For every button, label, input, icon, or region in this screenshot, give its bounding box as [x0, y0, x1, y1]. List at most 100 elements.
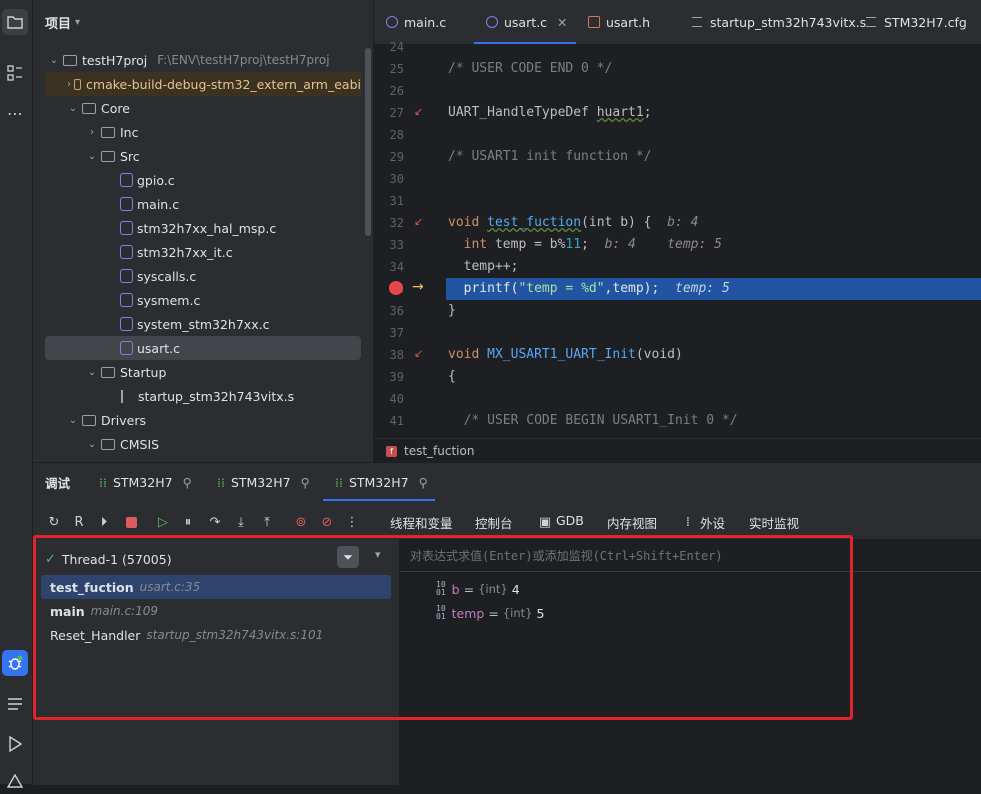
tab-usart-c[interactable]: usart.c ✕ — [486, 0, 567, 44]
tab-threads-variables[interactable]: 线程和变量 — [390, 513, 453, 532]
tab-gdb[interactable]: GDB — [556, 513, 584, 528]
project-icon[interactable] — [2, 9, 28, 35]
mute-breakpoints-icon[interactable]: ⊘ — [318, 513, 336, 531]
code-line-41[interactable]: /* USER CODE BEGIN USART1_Init 0 */ — [448, 410, 738, 432]
tree-item[interactable]: › Inc — [45, 120, 361, 144]
step-out-icon[interactable]: ⤒ — [258, 513, 276, 531]
implements-icon[interactable]: ↙ — [414, 215, 423, 228]
list-icon[interactable] — [2, 691, 28, 717]
run-icon[interactable] — [2, 731, 28, 757]
tree-item[interactable]: › cmake-build-debug-stm32_extern_arm_eabi — [45, 72, 361, 96]
code-line-39[interactable]: { — [448, 366, 456, 388]
tree-item[interactable]: system_stm32h7xx.c — [45, 312, 361, 336]
chevron-down-icon[interactable]: ▾ — [375, 548, 381, 561]
tree-item[interactable]: main.c — [45, 192, 361, 216]
tab-cfg[interactable]: STM32H7.cfg — [866, 0, 967, 44]
tab-live-watch[interactable]: 实时监视 — [749, 513, 799, 532]
frame-row[interactable]: Reset_Handler startup_stm32h743vitx.s:101 — [41, 623, 391, 647]
chevron-down-icon[interactable]: ▾ — [75, 17, 80, 28]
implements-icon[interactable]: ↙ — [414, 105, 423, 118]
variable-row[interactable]: 10 01 b = {int} 4 — [436, 577, 520, 601]
more-icon[interactable]: ⋯ — [2, 100, 28, 126]
rerun-icon[interactable]: ↻ — [45, 513, 63, 531]
code-line-33[interactable]: int temp = b%11; b: 4 temp: 5 — [448, 234, 722, 256]
tree-item[interactable]: ⌄ CMSIS — [45, 432, 361, 456]
tree-item[interactable]: sysmem.c — [45, 288, 361, 312]
code-line-34[interactable]: temp++; — [448, 256, 519, 278]
warning-icon[interactable] — [2, 768, 28, 794]
pause-icon[interactable]: ⏸ — [179, 513, 197, 531]
tree-item[interactable]: usart.c — [45, 336, 361, 360]
tree-item[interactable]: syscalls.c — [45, 264, 361, 288]
pin-icon[interactable]: ⚲ — [183, 475, 192, 490]
session-tab-1[interactable]: ⁞⁞ STM32H7 ⚲ — [99, 463, 192, 501]
pin-icon[interactable]: ⚲ — [419, 475, 428, 490]
step-over-icon[interactable]: ↷ — [206, 513, 224, 531]
tree-item-label: Inc — [120, 124, 139, 140]
tab-console[interactable]: 控制台 — [475, 513, 513, 532]
folder-icon — [82, 102, 96, 114]
stop-icon[interactable] — [122, 513, 140, 531]
chevron-down-icon[interactable]: ⌄ — [85, 367, 99, 378]
tab-startup[interactable]: startup_stm32h743vitx.s — [692, 0, 866, 44]
chevron-down-icon[interactable]: ⌄ — [85, 151, 99, 162]
tab-memory-view[interactable]: 内存视图 — [607, 513, 657, 532]
more-vertical-icon[interactable]: ⋮ — [343, 513, 361, 531]
chevron-down-icon[interactable]: ⌄ — [85, 439, 99, 450]
session-tab-2[interactable]: ⁞⁞ STM32H7 ⚲ — [217, 463, 310, 501]
code-line-25[interactable]: /* USER CODE END 0 */ — [448, 58, 612, 80]
debug-icon[interactable] — [2, 650, 28, 676]
chevron-down-icon[interactable]: ⌄ — [66, 415, 80, 426]
filter-icon[interactable]: ⏷ — [337, 546, 359, 568]
pin-icon[interactable]: ⚲ — [301, 475, 310, 490]
tab-main-c[interactable]: main.c — [386, 0, 446, 44]
tree-item[interactable]: ⌄ Startup — [45, 360, 361, 384]
breadcrumb-function[interactable]: test_fuction — [404, 444, 474, 458]
restart-icon[interactable]: R — [70, 513, 88, 531]
code-line-32[interactable]: void test_fuction(int b) { b: 4 — [448, 212, 698, 234]
chevron-right-icon[interactable]: › — [85, 127, 99, 138]
tree-item[interactable]: stm32h7xx_it.c — [45, 240, 361, 264]
project-title[interactable]: 项目 — [45, 13, 71, 32]
close-icon[interactable]: ✕ — [557, 15, 567, 30]
thread-selector[interactable]: ✓ Thread-1 (57005) — [45, 547, 172, 571]
code-line-38[interactable]: void MX_USART1_UART_Init(void) — [448, 344, 683, 366]
tree-item[interactable]: gpio.c — [45, 168, 361, 192]
variable-row[interactable]: 10 01 temp = {int} 5 — [436, 601, 544, 625]
code-line-29[interactable]: /* USART1 init function */ — [448, 146, 652, 168]
implements-icon[interactable]: ↙ — [414, 347, 423, 360]
breakpoint-icon[interactable] — [389, 281, 403, 295]
structure-icon[interactable] — [2, 60, 28, 86]
tree-item[interactable]: ⌄ Drivers — [45, 408, 361, 432]
frame-row[interactable]: test_fuction usart.c:35 — [41, 575, 391, 599]
frame-row[interactable]: main main.c:109 — [41, 599, 391, 623]
tree-scrollbar[interactable] — [365, 48, 371, 236]
view-breakpoints-icon[interactable]: ⊚ — [292, 513, 310, 531]
line-number: 30 — [389, 172, 404, 186]
tree-item[interactable]: startup_stm32h743vitx.s — [45, 384, 361, 408]
tree-item[interactable]: stm32h7xx_hal_msp.c — [45, 216, 361, 240]
frames-panel: ✓ Thread-1 (57005) ⏷ ▾ test_fuction usart… — [33, 539, 400, 785]
line-number: 38 — [389, 348, 404, 362]
code-line-36[interactable]: } — [448, 300, 456, 322]
tab-usart-h[interactable]: usart.h — [588, 0, 650, 44]
step-into-icon[interactable]: ⤓ — [232, 513, 250, 531]
tree-item-path: F:\ENV\testH7proj\testH7proj — [157, 53, 330, 67]
session-tab-3[interactable]: ⁞⁞ STM32H7 ⚲ — [335, 463, 428, 501]
chevron-down-icon[interactable]: ⌄ — [47, 55, 61, 66]
continue-icon[interactable]: ▷ — [154, 513, 172, 531]
code-line-27[interactable]: UART_HandleTypeDef huart1; — [448, 102, 652, 124]
tree-item[interactable]: ⌄ testH7proj F:\ENV\testH7proj\testH7proj — [45, 48, 361, 72]
activity-bar: ⋯ — [0, 0, 33, 788]
tab-peripherals[interactable]: 外设 — [700, 513, 725, 532]
tree-item-label: syscalls.c — [137, 268, 197, 284]
chevron-down-icon[interactable]: ⌄ — [66, 103, 80, 114]
variables-panel: 对表达式求值(Enter)或添加监视(Ctrl+Shift+Enter) 10 0… — [400, 539, 981, 785]
tree-item[interactable]: ⌄ Src — [45, 144, 361, 168]
chevron-right-icon[interactable]: › — [66, 79, 72, 90]
code-line-35[interactable]: printf("temp = %d",temp); temp: 5 — [448, 278, 730, 300]
editor: main.c usart.c ✕ usart.h startup_stm32h74… — [374, 0, 981, 463]
resume-icon[interactable]: ⏵ — [95, 513, 113, 531]
watch-input[interactable]: 对表达式求值(Enter)或添加监视(Ctrl+Shift+Enter) — [410, 547, 723, 564]
tree-item[interactable]: ⌄ Core — [45, 96, 361, 120]
